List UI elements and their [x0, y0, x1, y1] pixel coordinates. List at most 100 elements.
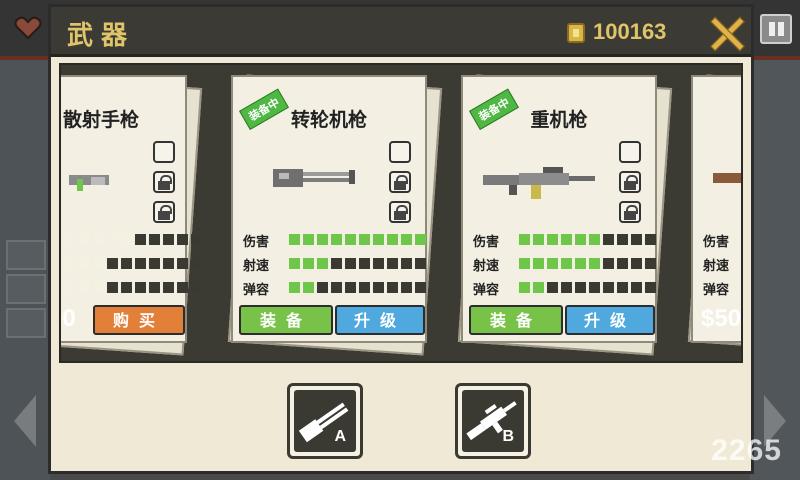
- stat-pip: [121, 234, 132, 245]
- stat-pip: [533, 258, 544, 269]
- weapon-card[interactable]: 伤害 射速 弹容 $50: [687, 74, 742, 356]
- stat-pip: [149, 282, 160, 293]
- weapon-card[interactable]: 散射手枪 00 购买: [61, 74, 203, 356]
- lock-icon: [153, 201, 175, 223]
- stat-pip: [387, 258, 398, 269]
- equip-button[interactable]: 装备: [239, 305, 333, 335]
- weapon-name: 转轮机枪: [290, 109, 367, 131]
- stat-pip: [93, 234, 104, 245]
- stat-pip: [163, 282, 174, 293]
- stat-pip: [575, 258, 586, 269]
- coin-balance: 100163: [593, 19, 667, 44]
- stat-pip: [79, 282, 90, 293]
- stat-pip: [415, 258, 426, 269]
- heavy-machine-gun-icon: [466, 401, 517, 441]
- stat-pip: [331, 258, 342, 269]
- stat-pip: [121, 282, 132, 293]
- stat-pip: [373, 282, 384, 293]
- pause-icon[interactable]: [760, 14, 792, 44]
- stat-pip: [359, 234, 370, 245]
- capacity-bar: [65, 282, 202, 293]
- stat-pip: [575, 234, 586, 245]
- stat-pip: [617, 282, 628, 293]
- capacity-bar: [289, 282, 426, 293]
- stat-pip: [631, 282, 642, 293]
- stat-pip: [289, 258, 300, 269]
- stat-pip: [317, 282, 328, 293]
- stat-pip: [373, 258, 384, 269]
- stat-pip: [589, 234, 600, 245]
- weapon-price: $50: [701, 305, 742, 332]
- heavy-machine-gun-icon: [483, 167, 595, 199]
- stat-pip: [135, 234, 146, 245]
- stat-pip: [561, 282, 572, 293]
- stat-pip: [107, 282, 118, 293]
- stat-pip: [303, 282, 314, 293]
- stat-label-capacity: 弹容: [243, 283, 270, 298]
- stat-pip: [603, 282, 614, 293]
- panel-title: 武器: [67, 21, 136, 51]
- stat-pip: [547, 234, 558, 245]
- lock-icon: [619, 201, 641, 223]
- weapons-panel: 武器 100163 散射手枪 00 购买: [48, 4, 754, 474]
- damage-bar: [289, 234, 426, 245]
- weapon-carousel[interactable]: 散射手枪 00 购买 装备中 转轮机枪: [59, 63, 743, 363]
- upgrade-button[interactable]: 升级: [335, 305, 425, 335]
- equip-button[interactable]: 装备: [469, 305, 563, 335]
- stat-pip: [401, 282, 412, 293]
- buy-button[interactable]: 购买: [93, 305, 185, 335]
- weapon-slot-a[interactable]: A: [287, 383, 363, 459]
- weapon-card[interactable]: 装备中 转轮机枪 伤害 射速 弹容 装备 升级: [227, 74, 443, 356]
- stat-pip: [589, 258, 600, 269]
- stat-pip: [303, 234, 314, 245]
- stat-pip: [149, 258, 160, 269]
- stat-pip: [107, 258, 118, 269]
- stat-pip: [359, 282, 370, 293]
- watermark: 2265: [711, 434, 782, 467]
- weapon-card[interactable]: 装备中 重机枪 伤害 射速 弹容 装备 升级: [457, 74, 673, 356]
- stat-pip: [331, 234, 342, 245]
- stat-pip: [519, 258, 530, 269]
- stat-pip: [317, 258, 328, 269]
- stat-pip: [345, 282, 356, 293]
- stat-pip: [617, 258, 628, 269]
- lock-icon: [389, 171, 411, 193]
- stat-pip: [415, 282, 426, 293]
- stat-pip: [345, 234, 356, 245]
- title-bar: 武器 100163: [51, 7, 751, 57]
- stat-label-capacity: 弹容: [473, 283, 500, 298]
- stat-pip: [575, 282, 586, 293]
- stat-label-rate: 射速: [473, 259, 500, 274]
- weapon-slot-b[interactable]: B: [455, 383, 531, 459]
- stat-pip: [121, 258, 132, 269]
- stat-pip: [617, 234, 628, 245]
- stat-pip: [373, 234, 384, 245]
- minigun-icon: [273, 169, 355, 187]
- weapon-name: 散射手枪: [62, 109, 139, 131]
- stat-pip: [135, 258, 146, 269]
- coin-icon: [567, 23, 585, 43]
- stat-label-damage: 伤害: [703, 235, 730, 250]
- upgrade-button[interactable]: 升级: [565, 305, 655, 335]
- stat-pip: [163, 258, 174, 269]
- stat-pip: [191, 258, 202, 269]
- shotgun-icon: [713, 173, 741, 183]
- close-button[interactable]: [709, 15, 743, 49]
- stat-pip: [645, 282, 656, 293]
- stat-pip: [519, 234, 530, 245]
- stat-pip: [631, 258, 642, 269]
- move-left-arrow-icon[interactable]: [14, 395, 36, 447]
- stat-pip: [645, 258, 656, 269]
- stat-pip: [345, 258, 356, 269]
- stat-pip: [191, 234, 202, 245]
- weapon-price: 00: [61, 305, 76, 332]
- rate-bar: [519, 258, 656, 269]
- weapon-name: 重机枪: [530, 109, 588, 131]
- slot-letter: B: [502, 428, 514, 445]
- stat-label-rate: 射速: [703, 259, 730, 274]
- stat-pip: [79, 258, 90, 269]
- stat-pip: [401, 234, 412, 245]
- stat-pip: [631, 234, 642, 245]
- stat-pip: [163, 234, 174, 245]
- stat-pip: [303, 258, 314, 269]
